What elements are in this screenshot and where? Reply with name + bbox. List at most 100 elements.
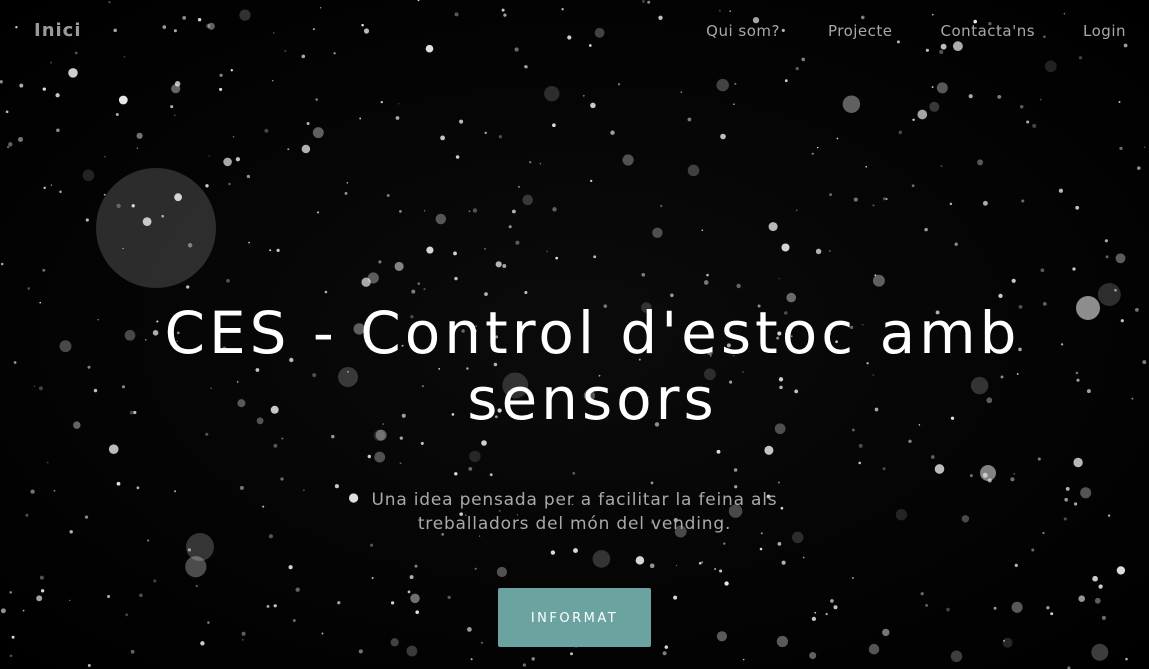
particle [781,243,790,252]
particle [882,197,887,201]
particle [936,82,948,94]
particle [872,204,875,207]
particle [742,658,745,661]
particle [470,658,473,661]
particle [397,103,400,105]
particle [828,249,831,252]
particle [1019,105,1024,109]
particle [950,650,963,663]
particle [1118,101,1121,103]
particle [226,278,230,283]
particle [617,83,621,86]
particle [795,66,799,71]
particle [524,290,528,295]
particle [853,197,858,202]
particle [733,103,735,106]
particle [593,255,597,259]
particle [898,130,903,135]
particle [1075,205,1080,210]
particle [511,209,516,214]
particle [865,165,868,168]
particle [539,163,541,165]
particle [590,179,593,183]
particle [522,194,533,206]
particle [5,110,9,114]
particle [498,135,503,139]
particle [917,109,928,120]
particle [27,287,31,290]
informat-button[interactable]: INFORMAT [498,588,651,647]
particle [130,649,135,654]
particle [174,114,176,117]
particle [1032,123,1037,128]
nav-link-login[interactable]: Login [1083,22,1126,40]
particle [1119,146,1123,151]
particle [85,218,89,222]
particle [1143,146,1146,149]
particle [1011,278,1016,283]
particle [784,79,788,83]
particle [582,94,585,97]
particle [874,274,877,277]
particle [219,73,223,77]
particle [248,241,250,244]
particle [968,94,973,99]
hero-title: CES - Control d'estoc amb sensors [164,299,1021,433]
particle [171,84,181,94]
particle [842,95,861,113]
nav-link-qui-som[interactable]: Qui som? [706,22,780,40]
particle [670,293,674,298]
particle [103,193,106,196]
particle [546,250,548,253]
particle [42,87,46,91]
brand-link[interactable]: Inici [34,20,82,41]
particle [118,95,128,105]
particle [0,262,4,266]
particle [246,174,251,179]
particle [529,161,532,164]
particle [406,645,418,657]
nav-links: Qui som? Projecte Contacta'ns Login [658,22,1126,40]
particle [9,654,13,658]
hero-subtitle: Una idea pensada per a facilitar la fein… [371,490,778,534]
particle [522,663,527,667]
hero-content: CES - Control d'estoc amb sensors Una id… [0,300,1149,647]
particle [315,98,318,101]
particle [680,91,683,94]
particle [703,280,709,285]
particle [484,292,488,296]
particle [19,83,24,88]
particle [440,135,445,141]
particle [911,184,915,188]
particle [43,186,46,190]
nav-link-projecte[interactable]: Projecte [828,22,893,40]
particle [186,285,190,289]
particle [435,213,447,225]
particle [809,651,817,660]
particle [720,133,726,140]
particle [1104,239,1108,243]
particle [662,651,667,656]
particle [50,184,53,186]
particle [1021,199,1025,203]
particle [734,82,737,86]
particle [312,127,324,139]
particle [468,210,471,213]
particle [68,68,78,78]
particle [502,264,507,268]
particle [570,652,573,656]
particle [531,657,535,661]
particle [219,87,223,91]
particle [778,277,780,280]
particle [977,159,984,166]
particle [230,69,233,72]
particle [1125,657,1128,661]
particle [235,157,241,162]
particle [17,136,24,143]
particle [836,137,839,140]
particle [6,145,10,149]
particle [316,211,320,214]
particle [736,283,741,289]
particle [232,135,235,138]
nav-link-contacta[interactable]: Contacta'ns [941,22,1036,40]
